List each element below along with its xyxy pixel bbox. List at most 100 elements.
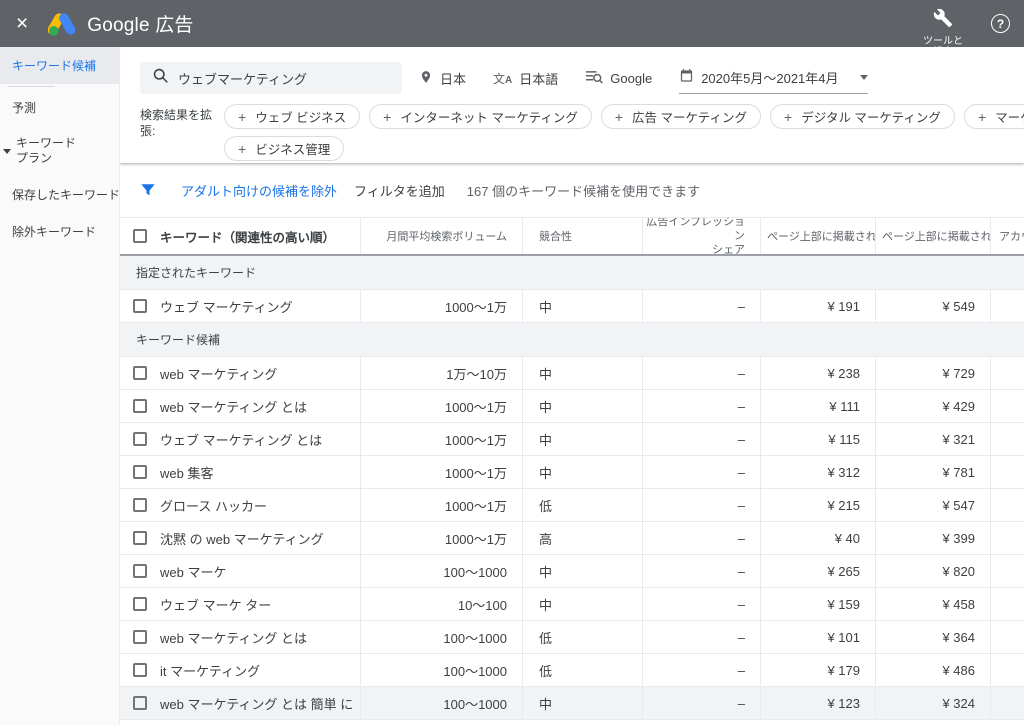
- sidebar: キーワード候補 予測 キーワード プラン 保存したキーワード 除外キーワード: [0, 47, 120, 725]
- select-all-checkbox[interactable]: [120, 218, 160, 254]
- plus-icon: +: [238, 110, 246, 124]
- add-filter-button[interactable]: フィルタを追加: [354, 181, 445, 200]
- top-bid-high-cell: ¥ 458: [875, 588, 990, 620]
- sidebar-item-saved-keywords[interactable]: 保存したキーワード: [0, 176, 119, 213]
- table-row[interactable]: web マーケ 100～1000 中 – ¥ 265 ¥ 820: [120, 555, 1024, 588]
- volume-cell: 1万～10万: [360, 357, 522, 389]
- table-section-header: キーワード候補: [120, 323, 1024, 357]
- top-bid-low-cell: ¥ 40: [760, 522, 875, 554]
- expansion-chip[interactable]: +インターネット マーケティング: [369, 104, 592, 129]
- column-header-impression-share[interactable]: 広告インプレッション シェア: [642, 218, 760, 254]
- table-row[interactable]: it マーケティング 100～1000 低 – ¥ 179 ¥ 486: [120, 654, 1024, 687]
- expansion-chips: +ウェブ ビジネス +インターネット マーケティング +広告 マーケティング +…: [224, 104, 1024, 161]
- row-checkbox[interactable]: [120, 522, 160, 554]
- volume-cell: 1000～1万: [360, 522, 522, 554]
- calendar-icon: [679, 68, 694, 87]
- column-header-keyword[interactable]: キーワード（関連性の高い順）: [160, 218, 360, 254]
- expansion-chip[interactable]: +マーケティング: [964, 104, 1024, 129]
- close-icon[interactable]: ×: [16, 13, 28, 34]
- column-header-top-bid-low[interactable]: ページ上部に掲載された: [760, 218, 875, 254]
- table-row[interactable]: 沈黙 の web マーケティング 1000～1万 高 – ¥ 40 ¥ 399: [120, 522, 1024, 555]
- row-checkbox[interactable]: [120, 654, 160, 686]
- row-checkbox[interactable]: [120, 423, 160, 455]
- top-bid-high-cell: ¥ 324: [875, 687, 990, 719]
- table-row[interactable]: ウェブ マーケ ター 10～100 中 – ¥ 159 ¥ 458: [120, 588, 1024, 621]
- competition-cell: 中: [522, 555, 642, 587]
- keyword-cell: web マーケティング とは: [160, 390, 360, 422]
- expansion-chip[interactable]: +デジタル マーケティング: [770, 104, 955, 129]
- search-network-icon: [585, 69, 603, 87]
- location-selector[interactable]: 日本: [419, 69, 466, 88]
- help-button[interactable]: ?: [991, 14, 1010, 33]
- search-row: 日本 文A 日本語: [120, 47, 1024, 94]
- sidebar-item-forecasts[interactable]: 予測: [0, 89, 119, 126]
- expansion-label: 検索結果を拡張:: [140, 104, 216, 161]
- column-header-top-bid-high[interactable]: ページ上部に掲載された: [875, 218, 990, 254]
- top-bid-low-cell: ¥ 115: [760, 423, 875, 455]
- expansion-chip[interactable]: +ビジネス管理: [224, 136, 344, 161]
- row-checkbox[interactable]: [120, 621, 160, 653]
- column-header-competition[interactable]: 競合性: [522, 218, 642, 254]
- search-icon: [152, 67, 169, 89]
- account-status-cell: [990, 423, 1024, 455]
- sidebar-item-keyword-ideas[interactable]: キーワード候補: [0, 47, 119, 84]
- account-status-cell: [990, 621, 1024, 653]
- search-input[interactable]: [178, 71, 378, 86]
- top-bid-low-cell: ¥ 101: [760, 621, 875, 653]
- exclude-adult-filter-link[interactable]: アダルト向けの候補を除外: [181, 181, 337, 200]
- top-bid-high-cell: ¥ 429: [875, 390, 990, 422]
- table-row[interactable]: ウェブ マーケティング 1000～1万 中 – ¥ 191 ¥ 549: [120, 290, 1024, 323]
- row-checkbox[interactable]: [120, 555, 160, 587]
- expansion-chip[interactable]: +ウェブ ビジネス: [224, 104, 360, 129]
- network-selector[interactable]: Google: [585, 69, 652, 87]
- row-checkbox[interactable]: [120, 390, 160, 422]
- language-value: 日本語: [519, 69, 558, 88]
- row-checkbox[interactable]: [120, 489, 160, 521]
- column-header-account[interactable]: アカウント: [990, 218, 1024, 254]
- table-row[interactable]: グロース ハッカー 1000～1万 低 – ¥ 215 ¥ 547: [120, 489, 1024, 522]
- tools-and-settings-button[interactable]: ツールと設定: [919, 8, 967, 47]
- keyword-cell: it マーケティング: [160, 654, 360, 686]
- sidebar-item-negative-keywords[interactable]: 除外キーワード: [0, 213, 119, 250]
- impression-share-cell: –: [642, 489, 760, 521]
- row-checkbox[interactable]: [120, 290, 160, 322]
- row-checkbox[interactable]: [120, 687, 160, 719]
- volume-cell: 1000～1万: [360, 290, 522, 322]
- date-range-value: 2020年5月～2021年4月: [701, 68, 838, 87]
- sidebar-item-keyword-plan[interactable]: キーワード プラン: [0, 126, 119, 176]
- keyword-search-box[interactable]: [140, 62, 402, 94]
- top-bid-high-cell: ¥ 729: [875, 357, 990, 389]
- plus-icon: +: [383, 110, 391, 124]
- table-row[interactable]: web マーケティング とは 1000～1万 中 – ¥ 111 ¥ 429: [120, 390, 1024, 423]
- expansion-chip[interactable]: +広告 マーケティング: [601, 104, 761, 129]
- chevron-down-icon: [3, 149, 11, 154]
- impression-share-cell: –: [642, 290, 760, 322]
- table-row[interactable]: web 集客 1000～1万 中 – ¥ 312 ¥ 781: [120, 456, 1024, 489]
- account-status-cell: [990, 555, 1024, 587]
- account-status-cell: [990, 522, 1024, 554]
- volume-cell: 100～1000: [360, 687, 522, 719]
- competition-cell: 低: [522, 654, 642, 686]
- table-row[interactable]: web マーケティング とは 簡単 に 100～1000 中 – ¥ 123 ¥…: [120, 687, 1024, 720]
- keyword-cell: web マーケ: [160, 555, 360, 587]
- row-checkbox[interactable]: [120, 588, 160, 620]
- impression-share-cell: –: [642, 687, 760, 719]
- top-bid-low-cell: ¥ 215: [760, 489, 875, 521]
- competition-cell: 低: [522, 489, 642, 521]
- date-range-selector[interactable]: 2020年5月～2021年4月: [679, 68, 867, 94]
- top-bid-low-cell: ¥ 159: [760, 588, 875, 620]
- competition-cell: 中: [522, 423, 642, 455]
- account-status-cell: [990, 588, 1024, 620]
- impression-share-cell: –: [642, 621, 760, 653]
- top-bid-low-cell: ¥ 191: [760, 290, 875, 322]
- column-header-volume[interactable]: 月間平均検索ボリューム: [360, 218, 522, 254]
- table-row[interactable]: web マーケティング 1万～10万 中 – ¥ 238 ¥ 729: [120, 357, 1024, 390]
- row-checkbox[interactable]: [120, 357, 160, 389]
- row-checkbox[interactable]: [120, 456, 160, 488]
- table-row[interactable]: ウェブ マーケティング とは 1000～1万 中 – ¥ 115 ¥ 321: [120, 423, 1024, 456]
- question-mark-icon: ?: [997, 17, 1004, 31]
- top-bid-high-cell: ¥ 486: [875, 654, 990, 686]
- language-selector[interactable]: 文A 日本語: [493, 69, 558, 88]
- table-row[interactable]: web マーケティング とは 100～1000 低 – ¥ 101 ¥ 364: [120, 621, 1024, 654]
- account-status-cell: [990, 489, 1024, 521]
